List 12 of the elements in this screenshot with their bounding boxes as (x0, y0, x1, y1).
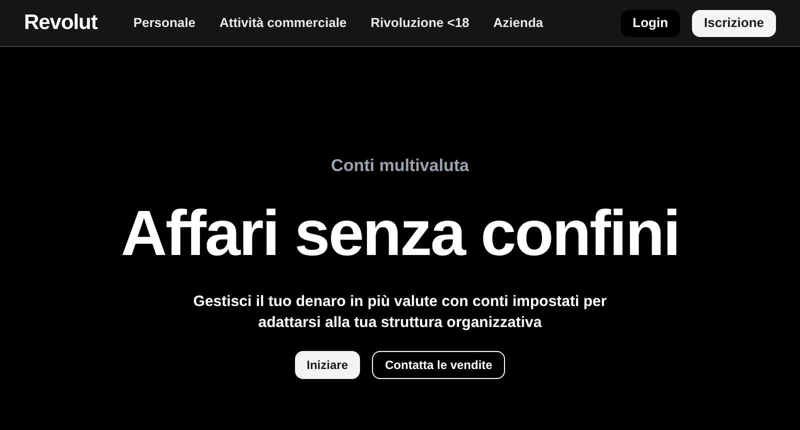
cta-button[interactable]: Iniziare (294, 350, 360, 378)
nav-link[interactable]: Personale (133, 13, 196, 33)
header-button[interactable]: Iscrizione (692, 10, 776, 36)
nav-link[interactable]: Attività commerciale (220, 13, 347, 33)
cta-button[interactable]: Contatta le vendite (372, 350, 506, 378)
eyebrow-text: Conti multivaluta (331, 155, 469, 177)
hero-title: Affari senza confini (120, 200, 680, 264)
header-button[interactable]: Login (620, 10, 680, 36)
hero-subtitle: Gestisci il tuo denaro in più valute con conti impostati per adattarsi alla tua struttura organizzativa (192, 292, 608, 332)
logo[interactable]: Revolut (24, 7, 98, 39)
nav-link[interactable]: Azienda (493, 13, 544, 33)
nav-link[interactable]: Rivoluzione <18 (370, 13, 470, 33)
